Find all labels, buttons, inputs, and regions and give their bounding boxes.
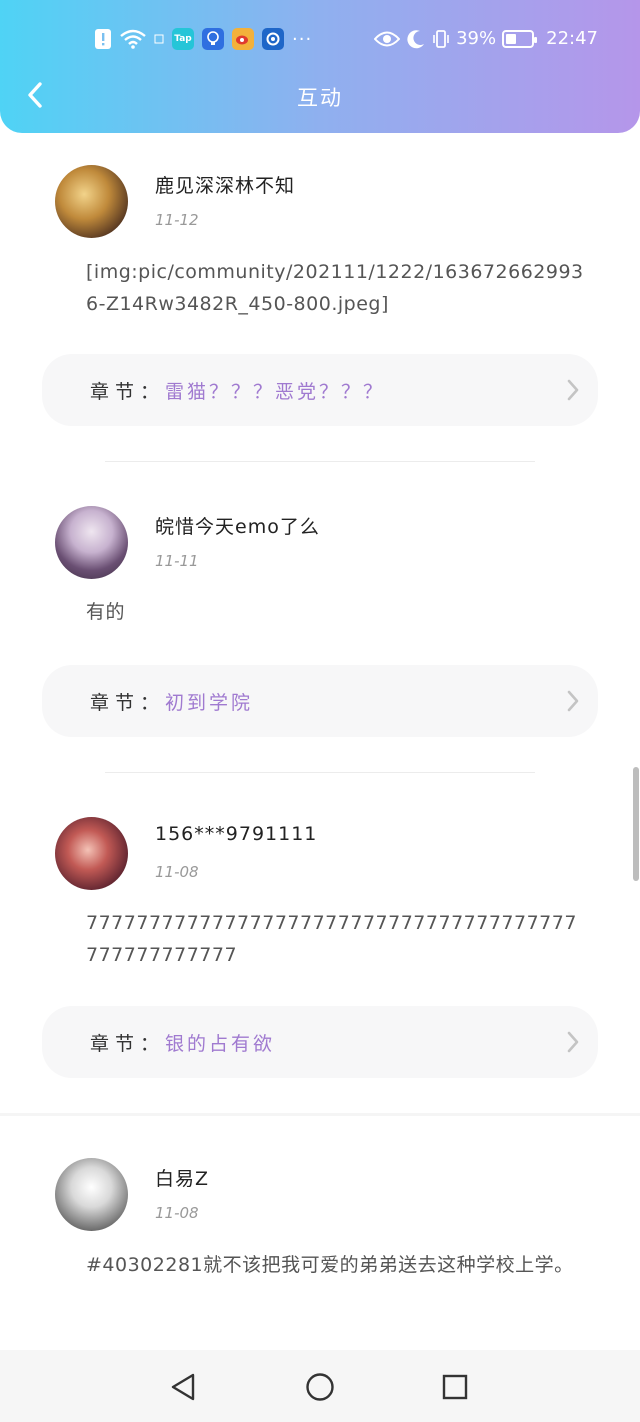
chapter-colon: ： <box>140 691 160 714</box>
chapter-link[interactable]: 章节 ： 初到学院 <box>42 665 598 737</box>
comment-date: 11-11 <box>155 552 199 570</box>
divider <box>105 772 535 773</box>
chevron-right-icon <box>567 690 579 712</box>
comment-date: 11-08 <box>155 863 199 881</box>
comment-content: [img:pic/community/202111/1222/163672662… <box>86 261 584 315</box>
chapter-colon: ： <box>140 380 160 403</box>
battery-percent: 39% <box>456 28 497 49</box>
weibo-app-icon <box>232 28 254 50</box>
chapter-value: 初到学院 <box>165 691 254 714</box>
comment-date: 11-12 <box>155 211 199 229</box>
chapter-label: 章节 <box>90 380 141 403</box>
username[interactable]: 白易Z <box>155 1164 209 1191</box>
avatar[interactable] <box>55 506 128 579</box>
recents-square-icon <box>442 1374 468 1400</box>
status-bar-right: 39% 22:47 <box>374 28 598 49</box>
app-header: Tap ··· 39% 22:47 互动 <box>0 0 640 133</box>
section-divider <box>0 1113 640 1116</box>
chevron-right-icon <box>567 1031 579 1053</box>
tap-app-icon: Tap <box>172 28 194 50</box>
comment-content: 有的 <box>86 601 126 623</box>
username[interactable]: 皖惜今天emo了么 <box>155 512 320 539</box>
nav-bar: 互动 <box>0 70 640 120</box>
nav-recents-button[interactable] <box>438 1370 472 1404</box>
nav-home-button[interactable] <box>303 1370 337 1404</box>
eye-icon <box>374 30 401 48</box>
comment-content: 7777777777777777777777777777777777777777… <box>86 912 577 966</box>
battery-icon <box>502 29 538 48</box>
chapter-value: 雷猫？？？恶党？？？ <box>165 380 386 403</box>
bulb-app-icon <box>202 28 224 50</box>
back-triangle-icon <box>171 1373 195 1401</box>
status-bar-left: Tap ··· <box>94 28 312 50</box>
wifi-icon <box>120 29 146 49</box>
scrollbar-thumb[interactable] <box>633 767 639 881</box>
chapter-label: 章节 <box>90 691 141 714</box>
status-bar: Tap ··· 39% 22:47 <box>0 22 640 58</box>
comment-date: 11-08 <box>155 1204 199 1222</box>
nav-back-button[interactable] <box>166 1370 200 1404</box>
moon-icon <box>406 29 426 49</box>
chapter-colon: ： <box>140 1032 160 1055</box>
vibrate-icon <box>432 29 450 49</box>
system-nav-bar <box>0 1350 640 1422</box>
chevron-right-icon <box>567 379 579 401</box>
avatar[interactable] <box>55 1158 128 1231</box>
username[interactable]: 156***9791111 <box>155 823 317 845</box>
avatar[interactable] <box>55 817 128 890</box>
avatar[interactable] <box>55 165 128 238</box>
home-circle-icon <box>306 1373 334 1401</box>
more-dots-icon: ··· <box>292 28 313 50</box>
chapter-link[interactable]: 章节 ： 银的占有欲 <box>42 1006 598 1078</box>
chapter-value: 银的占有欲 <box>165 1032 276 1055</box>
username[interactable]: 鹿见深深林不知 <box>155 171 295 198</box>
chapter-link[interactable]: 章节 ： 雷猫？？？恶党？？？ <box>42 354 598 426</box>
browser-app-icon <box>262 28 284 50</box>
alert-icon <box>94 28 112 50</box>
status-time: 22:47 <box>546 28 598 49</box>
comment-content: #40302281就不该把我可爱的弟弟送去这种学校上学。 <box>86 1254 574 1276</box>
divider <box>105 461 535 462</box>
small-check-icon <box>154 34 164 44</box>
page-title: 互动 <box>297 86 343 110</box>
chapter-label: 章节 <box>90 1032 141 1055</box>
